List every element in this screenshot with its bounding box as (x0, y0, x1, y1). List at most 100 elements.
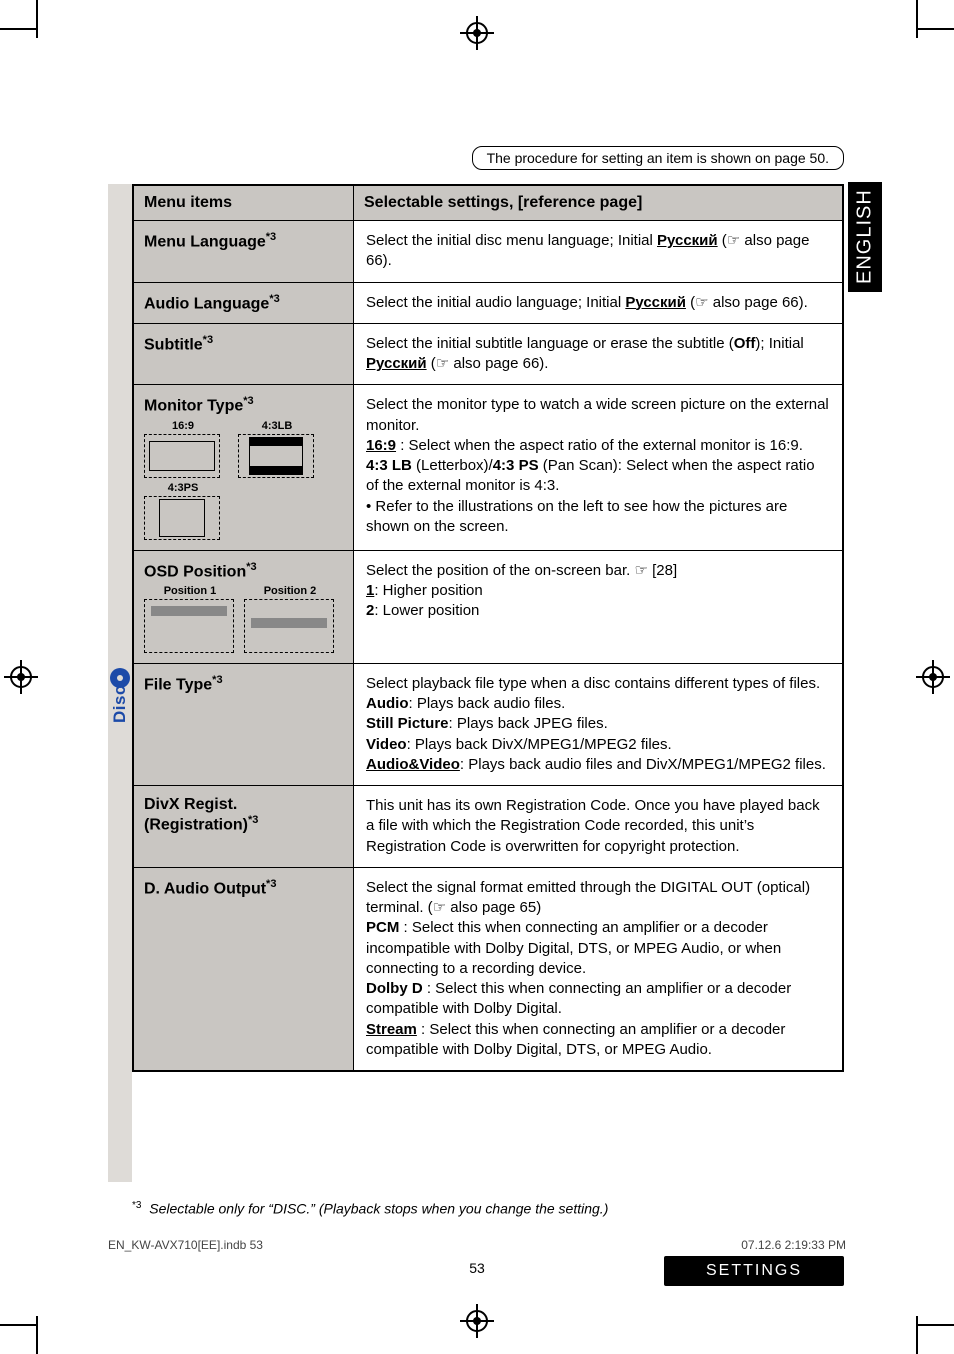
thumb-screen (144, 434, 220, 478)
body-text: This unit has its own Registration Code.… (366, 797, 820, 855)
body-suffix: (☞ also page 66). (427, 355, 549, 372)
sup: *3 (246, 561, 256, 573)
crop-mark (916, 1316, 918, 1354)
body-text: Select the initial disc menu language; I… (366, 232, 657, 249)
body-suffix: (☞ also page 66). (686, 294, 808, 311)
initial-value: Русский (625, 294, 686, 311)
crop-mark (36, 1316, 38, 1354)
footer-filename: EN_KW-AVX710[EE].indb 53 (108, 1238, 263, 1252)
label-text: Monitor Type (144, 398, 243, 415)
label-text: Menu Language (144, 233, 266, 250)
procedure-note: The procedure for setting an item is sho… (472, 146, 844, 170)
sup: *3 (212, 674, 222, 686)
label-text: D. Audio Output (144, 880, 266, 897)
option-rest: : Plays back JPEG files. (449, 715, 608, 732)
option-rest: : Select this when connecting an amplifi… (366, 919, 781, 977)
thumb-position-1: Position 1 (144, 585, 236, 653)
registration-mark-icon (4, 660, 38, 694)
option-key: Video (366, 736, 407, 753)
option-rest: : Plays back audio files. (409, 695, 566, 712)
option-rest: : Select when the aspect ratio of the ex… (396, 437, 803, 454)
footnote-sup: *3 (132, 1200, 141, 1211)
label-text: DivX Regist. (Registration) (144, 796, 248, 833)
option-key: 4:3 PS (493, 457, 539, 474)
option-rest: : Lower position (374, 602, 479, 619)
crop-mark (0, 1324, 38, 1326)
category-label: Disc (110, 697, 130, 723)
language-tab: ENGLISH (848, 182, 882, 292)
thumb-screen (144, 496, 220, 540)
sup: *3 (243, 395, 253, 407)
option-rest: : Plays back audio files and DivX/MPEG1/… (460, 756, 826, 773)
row-osd-position: OSD Position*3 Position 1 Position 2 Sel (134, 550, 843, 663)
thumb-4-3-lb: 4:3LB (238, 420, 316, 478)
thumb-position-2: Position 2 (244, 585, 336, 653)
sup: *3 (248, 814, 258, 826)
option-key: PCM (366, 919, 399, 936)
option-rest: : Plays back DivX/MPEG1/MPEG2 files. (407, 736, 672, 753)
sup: *3 (203, 334, 213, 346)
row-menu-language: Menu Language*3 Select the initial disc … (134, 221, 843, 283)
thumb-16-9: 16:9 (144, 420, 222, 478)
registration-mark-icon (916, 660, 950, 694)
col-selectable: Selectable settings, [reference page] (354, 186, 843, 221)
thumb-screen (238, 434, 314, 478)
row-divx-registration: DivX Regist. (Registration)*3 This unit … (134, 786, 843, 868)
option-rest: : Higher position (374, 582, 482, 599)
settings-table: Menu items Selectable settings, [referen… (132, 184, 844, 1072)
sup: *3 (269, 293, 279, 305)
option-key: Stream (366, 1021, 417, 1038)
body-text: Select the initial subtitle language or … (366, 335, 734, 352)
bullet: • (366, 498, 375, 515)
body-text: Select the position of the on-screen bar… (366, 562, 677, 579)
thumb-screen (244, 599, 334, 653)
option-key: 4:3 LB (366, 457, 412, 474)
initial-value: Русский (657, 232, 718, 249)
label-text: Subtitle (144, 336, 203, 353)
thumb-label: Position 2 (264, 585, 317, 597)
crop-mark (36, 0, 38, 38)
bullet-text: Refer to the illustrations on the left t… (366, 498, 787, 535)
option-key: Still Picture (366, 715, 449, 732)
option-mid: (Letterbox)/ (412, 457, 493, 474)
option-rest: : Select this when connecting an amplifi… (366, 1021, 785, 1058)
row-audio-language: Audio Language*3 Select the initial audi… (134, 282, 843, 323)
row-file-type: File Type*3 Select playback file type wh… (134, 663, 843, 785)
crop-mark (916, 0, 918, 38)
thumb-screen (144, 599, 234, 653)
thumb-label: 4:3LB (262, 420, 293, 432)
crop-mark (916, 28, 954, 30)
row-monitor-type: Monitor Type*3 16:9 4:3LB 4:3P (134, 385, 843, 550)
footer-timestamp: 07.12.6 2:19:33 PM (741, 1238, 846, 1252)
footnote-text: Selectable only for “DISC.” (Playback st… (149, 1201, 608, 1217)
off-value: Off (734, 335, 756, 352)
registration-mark-icon (460, 16, 494, 50)
row-subtitle: Subtitle*3 Select the initial subtitle l… (134, 323, 843, 385)
body-text: Select playback file type when a disc co… (366, 675, 820, 692)
option-key: 16:9 (366, 437, 396, 454)
thumb-label: Position 1 (164, 585, 217, 597)
option-key: Audio&Video (366, 756, 460, 773)
thumb-label: 16:9 (172, 420, 194, 432)
label-text: OSD Position (144, 563, 246, 580)
body-text: Select the initial audio language; Initi… (366, 294, 625, 311)
col-menu-items: Menu items (134, 186, 354, 221)
option-rest: : Select this when connecting an amplifi… (366, 980, 791, 1017)
body-text: ); Initial (755, 335, 803, 352)
section-badge-settings: SETTINGS (664, 1256, 844, 1286)
crop-mark (916, 1324, 954, 1326)
label-text: File Type (144, 676, 212, 693)
thumb-label: 4:3PS (168, 482, 199, 494)
label-text: Audio Language (144, 295, 269, 312)
crop-mark (0, 28, 38, 30)
option-key: Dolby D (366, 980, 423, 997)
body-text: Select the signal format emitted through… (366, 879, 810, 916)
row-d-audio-output: D. Audio Output*3 Select the signal form… (134, 867, 843, 1070)
sup: *3 (266, 878, 276, 890)
footnote: *3 Selectable only for “DISC.” (Playback… (132, 1200, 608, 1217)
body-text: Select the monitor type to watch a wide … (366, 396, 829, 433)
option-key: Audio (366, 695, 409, 712)
initial-value: Русский (366, 355, 427, 372)
sup: *3 (266, 231, 276, 243)
thumb-4-3-ps: 4:3PS (144, 482, 222, 540)
